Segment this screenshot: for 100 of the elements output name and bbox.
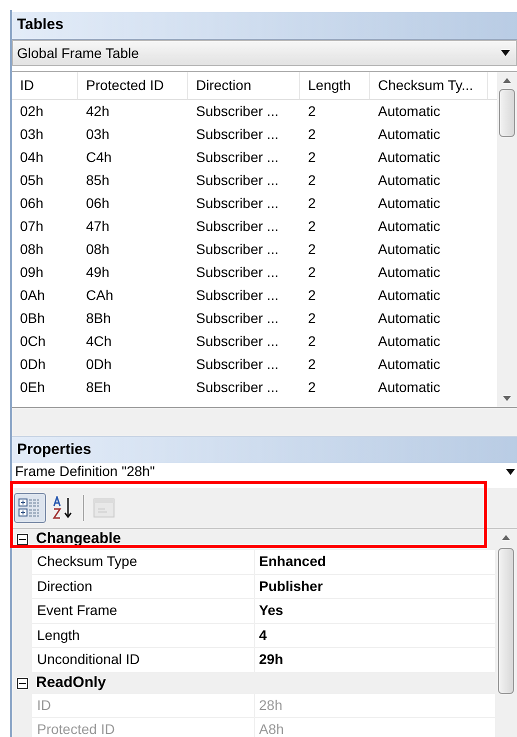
table-cell-text: Subscriber ... [195, 286, 280, 305]
table-cell-text: Subscriber ... [195, 355, 280, 374]
table-cell-text: 07h [19, 217, 44, 236]
dropdown[interactable]: Global Frame Table [12, 40, 517, 66]
table-cell-text: 2 [307, 194, 317, 213]
table-cell-text: Subscriber ... [195, 240, 280, 259]
table-cell-text: Automatic [377, 332, 442, 351]
scroll-up-icon[interactable] [503, 78, 511, 83]
table-cell-text: 49h [85, 263, 110, 282]
property-name[interactable]: Direction [32, 574, 255, 599]
property-value[interactable]: Yes [255, 599, 495, 624]
column-header[interactable]: Checksum Ty... [370, 72, 488, 99]
collapse-toggle[interactable] [16, 678, 28, 688]
table-cell-text: Automatic [377, 217, 442, 236]
table-cell-text: 47h [85, 217, 110, 236]
table-cell-text: Automatic [377, 194, 442, 213]
table-cell-text: 2 [307, 171, 317, 190]
table-cell-text: Subscriber ... [195, 194, 280, 213]
sort-alphabetical-icon [52, 496, 74, 520]
table-cell-text: 2 [307, 263, 317, 282]
table-cell-text: Automatic [377, 309, 442, 328]
table-cell-text: Automatic [377, 102, 442, 121]
panel-title: Tables [17, 15, 64, 36]
table-cell-text: 2 [307, 309, 317, 328]
table-cell-text: Subscriber ... [195, 148, 280, 167]
table-cell-text: 0Dh [19, 355, 47, 374]
table-cell-text: 8Bh [85, 309, 112, 328]
table-cell-text: Subscriber ... [195, 309, 280, 328]
table-cell-text: 09h [19, 263, 44, 282]
table-cell-text: Subscriber ... [195, 263, 280, 282]
toolbar-button[interactable] [14, 493, 46, 523]
table-cell-text: Automatic [377, 263, 442, 282]
table-cell-text: 2 [307, 240, 317, 259]
property-name[interactable]: Length [32, 624, 255, 648]
property-value[interactable]: Enhanced [255, 550, 495, 574]
table-cell-text: Automatic [377, 355, 442, 374]
table-cell-text: Automatic [377, 378, 442, 397]
table-cell-text: Automatic [377, 125, 442, 144]
collapse-toggle[interactable] [16, 534, 28, 545]
table-cell-text: C4h [85, 148, 113, 167]
table-cell-text: Subscriber ... [195, 332, 280, 351]
dropdown-arrow-icon [506, 469, 515, 475]
table-cell-text: Automatic [377, 240, 442, 259]
scrollbar[interactable] [497, 72, 517, 407]
table-cell-text: 2 [307, 286, 317, 305]
column-header[interactable]: ID [12, 72, 78, 99]
scroll-thumb[interactable] [499, 89, 515, 137]
table-cell-text: CAh [85, 286, 114, 305]
category-label: ReadOnly [36, 672, 106, 693]
table-cell-text: 2 [307, 102, 317, 121]
table-cell-text: 02h [19, 102, 44, 121]
row-margin [12, 550, 32, 574]
table-cell-text: 8Eh [85, 378, 112, 397]
table-cell-text: Subscriber ... [195, 102, 280, 121]
table-cell-text: Automatic [377, 148, 442, 167]
scroll-thumb[interactable] [498, 548, 514, 694]
table-cell-text: 03h [85, 125, 110, 144]
scroll-up-icon[interactable] [502, 535, 510, 540]
table-cell-text: 2 [307, 125, 317, 144]
table-cell-text: Automatic [377, 171, 442, 190]
dropdown-arrow-icon [501, 50, 510, 56]
column-header[interactable]: Length [300, 72, 370, 99]
panel-title: Properties [17, 440, 92, 460]
property-value[interactable]: Publisher [255, 574, 495, 599]
table-cell-text: 0Ch [19, 332, 47, 351]
table-cell-text: 06h [19, 194, 44, 213]
property-name[interactable]: Event Frame [32, 599, 255, 624]
property-pages-icon [93, 498, 115, 518]
table-cell-text: 03h [19, 125, 44, 144]
table-cell-text: 08h [85, 240, 110, 259]
table-cell-text: 08h [19, 240, 44, 259]
table-cell-text: 0Eh [19, 378, 46, 397]
property-value[interactable]: 4 [255, 624, 495, 648]
table-cell-text: 05h [19, 171, 44, 190]
table-cell-text: Automatic [377, 286, 442, 305]
property-name[interactable]: Checksum Type [32, 550, 255, 574]
table-cell-text: 0Dh [85, 355, 113, 374]
table-cell-text: 2 [307, 332, 317, 351]
scrollbar[interactable] [495, 529, 517, 737]
table-cell-text: Subscriber ... [195, 125, 280, 144]
table-cell-text: 2 [307, 355, 317, 374]
column-header[interactable]: Protected ID [78, 72, 188, 99]
scroll-down-icon[interactable] [503, 396, 511, 401]
category-label: Changeable [36, 529, 122, 550]
table-cell-text: 2 [307, 217, 317, 236]
column-header[interactable]: Direction [188, 72, 300, 99]
row-margin [12, 718, 32, 737]
dropdown-value: Frame Definition "28h" [15, 464, 155, 479]
table-cell-text: 85h [85, 171, 110, 190]
table-cell-text: 42h [85, 102, 110, 121]
category-row[interactable]: ReadOnly [12, 672, 495, 694]
table-cell-text: 04h [19, 148, 44, 167]
table-cell-text: 2 [307, 378, 317, 397]
table-cell-text: 06h [85, 194, 110, 213]
table-cell-text: Subscriber ... [195, 378, 280, 397]
table-cell-text: 0Ah [19, 286, 46, 305]
table-cell-text: Subscriber ... [195, 171, 280, 190]
table-cell-text: Subscriber ... [195, 217, 280, 236]
dropdown-value: Global Frame Table [17, 44, 139, 62]
table-cell-text: 4Ch [85, 332, 113, 351]
